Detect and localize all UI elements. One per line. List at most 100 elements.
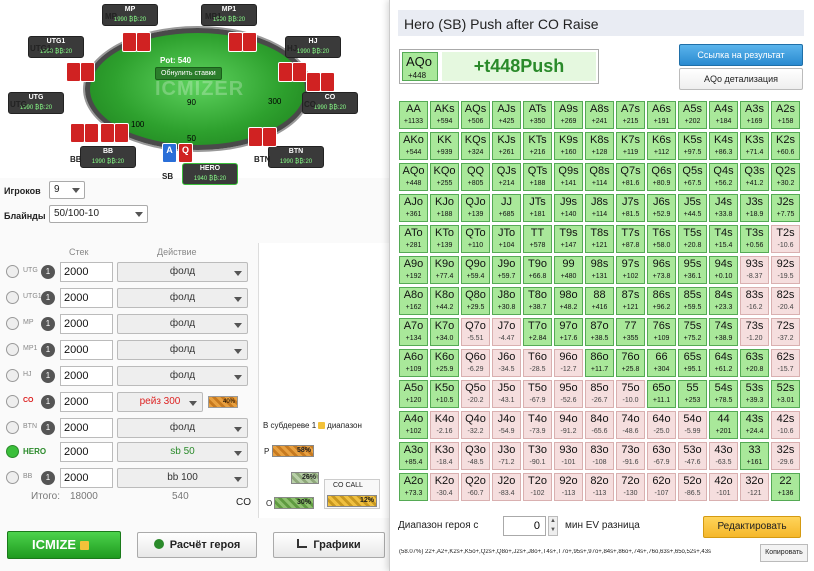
range-cell[interactable]: ATo +281 xyxy=(399,225,428,253)
range-cell[interactable]: KTs +216 xyxy=(523,132,552,160)
reset-bets-button[interactable]: Обнулить ставки xyxy=(155,67,222,80)
range-cell[interactable]: T4s +15.4 xyxy=(709,225,738,253)
range-cell[interactable]: 22 +136 xyxy=(771,473,800,501)
position-radio[interactable] xyxy=(6,291,19,304)
players-select[interactable]: 9 xyxy=(49,181,85,199)
fold-node-bar[interactable]: 30% xyxy=(274,497,314,509)
range-cell[interactable]: Q6o -6.29 xyxy=(461,349,490,377)
range-cell[interactable]: 96s +73.8 xyxy=(647,256,676,284)
range-cell[interactable]: 62s -15.7 xyxy=(771,349,800,377)
stack-input[interactable]: 2000 xyxy=(60,366,113,386)
range-cell[interactable]: T8s +121 xyxy=(585,225,614,253)
push-node-bar[interactable]: 58% xyxy=(272,445,314,457)
action-select[interactable]: фолд xyxy=(117,418,248,438)
position-radio[interactable] xyxy=(6,369,19,382)
range-cell[interactable]: K5o +10.5 xyxy=(430,380,459,408)
range-cell[interactable]: T4o -73.9 xyxy=(523,411,552,439)
position-radio[interactable] xyxy=(6,395,19,408)
seat-bb[interactable]: BB 1990 ₿₿:20 xyxy=(80,146,136,168)
range-cell[interactable]: TT +578 xyxy=(523,225,552,253)
action-select[interactable]: bb 100 xyxy=(117,468,248,488)
min-ev-input[interactable] xyxy=(503,516,546,536)
range-cell[interactable]: A8o +162 xyxy=(399,287,428,315)
range-cell[interactable]: KQo +255 xyxy=(430,163,459,191)
range-cell[interactable]: AQo +448 xyxy=(399,163,428,191)
action-select[interactable]: фолд xyxy=(117,288,248,308)
range-cell[interactable]: A5o +120 xyxy=(399,380,428,408)
range-cell[interactable]: 73s -1.20 xyxy=(740,318,769,346)
range-cell[interactable]: A3o +85.4 xyxy=(399,442,428,470)
range-cell[interactable]: 44 +201 xyxy=(709,411,738,439)
range-cell[interactable]: Q8o +29.5 xyxy=(461,287,490,315)
stack-input[interactable]: 2000 xyxy=(60,418,113,438)
range-cell[interactable]: Q7s +81.6 xyxy=(616,163,645,191)
range-cell[interactable]: 86o +11.7 xyxy=(585,349,614,377)
range-cell[interactable]: 93o -101 xyxy=(554,442,583,470)
action-select[interactable]: фолд xyxy=(117,366,248,386)
range-cell[interactable]: J2o -83.4 xyxy=(492,473,521,501)
range-cell[interactable]: KQs +324 xyxy=(461,132,490,160)
range-cell[interactable]: J8s +114 xyxy=(585,194,614,222)
range-cell[interactable]: QTo +110 xyxy=(461,225,490,253)
stack-input[interactable]: 2000 xyxy=(60,314,113,334)
range-cell[interactable]: A2s +158 xyxy=(771,101,800,129)
range-cell[interactable]: A7o +134 xyxy=(399,318,428,346)
range-cell[interactable]: K2o -30.4 xyxy=(430,473,459,501)
range-cell[interactable]: 74o -48.6 xyxy=(616,411,645,439)
range-cell[interactable]: 75s +75.2 xyxy=(678,318,707,346)
seat-btn[interactable]: BTN 1990 ₿₿:20 xyxy=(268,146,324,168)
sub-node-bar[interactable]: 26% xyxy=(291,472,319,484)
position-radio-selected[interactable] xyxy=(6,445,19,458)
hand-detail-button[interactable]: AQo детализация xyxy=(679,68,803,90)
range-cell[interactable]: 92s -19.5 xyxy=(771,256,800,284)
range-cell[interactable]: J7o -4.47 xyxy=(492,318,521,346)
blinds-select[interactable]: 50/100-10 xyxy=(49,205,148,223)
info-icon[interactable]: 1 xyxy=(41,395,55,409)
range-cell[interactable]: 42s -10.6 xyxy=(771,411,800,439)
range-cell[interactable]: 53o -47.6 xyxy=(678,442,707,470)
range-cell[interactable]: QTs +188 xyxy=(523,163,552,191)
range-cell[interactable]: J3s +18.9 xyxy=(740,194,769,222)
range-cell[interactable]: QJs +214 xyxy=(492,163,521,191)
range-cell[interactable]: 62o -107 xyxy=(647,473,676,501)
range-cell[interactable]: 97o +17.6 xyxy=(554,318,583,346)
min-ev-spinner[interactable]: ▲ ▼ xyxy=(548,516,558,536)
range-cell[interactable]: 32s -29.6 xyxy=(771,442,800,470)
stack-input[interactable]: 2000 xyxy=(60,442,113,462)
range-cell[interactable]: 52o -86.5 xyxy=(678,473,707,501)
range-cell[interactable]: ATs +350 xyxy=(523,101,552,129)
range-cell[interactable]: 43o -63.5 xyxy=(709,442,738,470)
range-cell[interactable]: A9o +192 xyxy=(399,256,428,284)
range-cell[interactable]: 77 +355 xyxy=(616,318,645,346)
action-select[interactable]: рейз 300 xyxy=(117,392,203,412)
range-cell[interactable]: J9s +140 xyxy=(554,194,583,222)
range-cell[interactable]: Q4s +56.2 xyxy=(709,163,738,191)
range-cell[interactable]: AKs +594 xyxy=(430,101,459,129)
position-radio[interactable] xyxy=(6,343,19,356)
stack-input[interactable]: 2000 xyxy=(60,288,113,308)
range-cell[interactable]: A6o +109 xyxy=(399,349,428,377)
range-cell[interactable]: QQ +805 xyxy=(461,163,490,191)
range-cell[interactable]: J7s +81.5 xyxy=(616,194,645,222)
range-cell[interactable]: Q2o -60.7 xyxy=(461,473,490,501)
range-cell[interactable]: K7o +34.0 xyxy=(430,318,459,346)
range-cell[interactable]: 54s +78.5 xyxy=(709,380,738,408)
range-cell[interactable]: T2s -10.6 xyxy=(771,225,800,253)
range-cell[interactable]: 95o -52.6 xyxy=(554,380,583,408)
range-cell[interactable]: 87s +121 xyxy=(616,287,645,315)
stack-input[interactable]: 2000 xyxy=(60,340,113,360)
range-cell[interactable]: 43s +24.4 xyxy=(740,411,769,439)
range-cell[interactable]: 99 +480 xyxy=(554,256,583,284)
range-cell[interactable]: AQs +506 xyxy=(461,101,490,129)
range-cell[interactable]: T7o +2.84 xyxy=(523,318,552,346)
range-cell[interactable]: 65o +11.1 xyxy=(647,380,676,408)
info-icon[interactable]: 1 xyxy=(41,471,55,485)
range-cell[interactable]: AJo +361 xyxy=(399,194,428,222)
info-icon[interactable]: 1 xyxy=(41,343,55,357)
range-cell[interactable]: Q8s +114 xyxy=(585,163,614,191)
range-cell[interactable]: KTo +139 xyxy=(430,225,459,253)
range-cell[interactable]: J5s +44.5 xyxy=(678,194,707,222)
info-icon[interactable]: 1 xyxy=(41,291,55,305)
range-cell[interactable]: 83o -108 xyxy=(585,442,614,470)
range-cell[interactable]: K8s +128 xyxy=(585,132,614,160)
